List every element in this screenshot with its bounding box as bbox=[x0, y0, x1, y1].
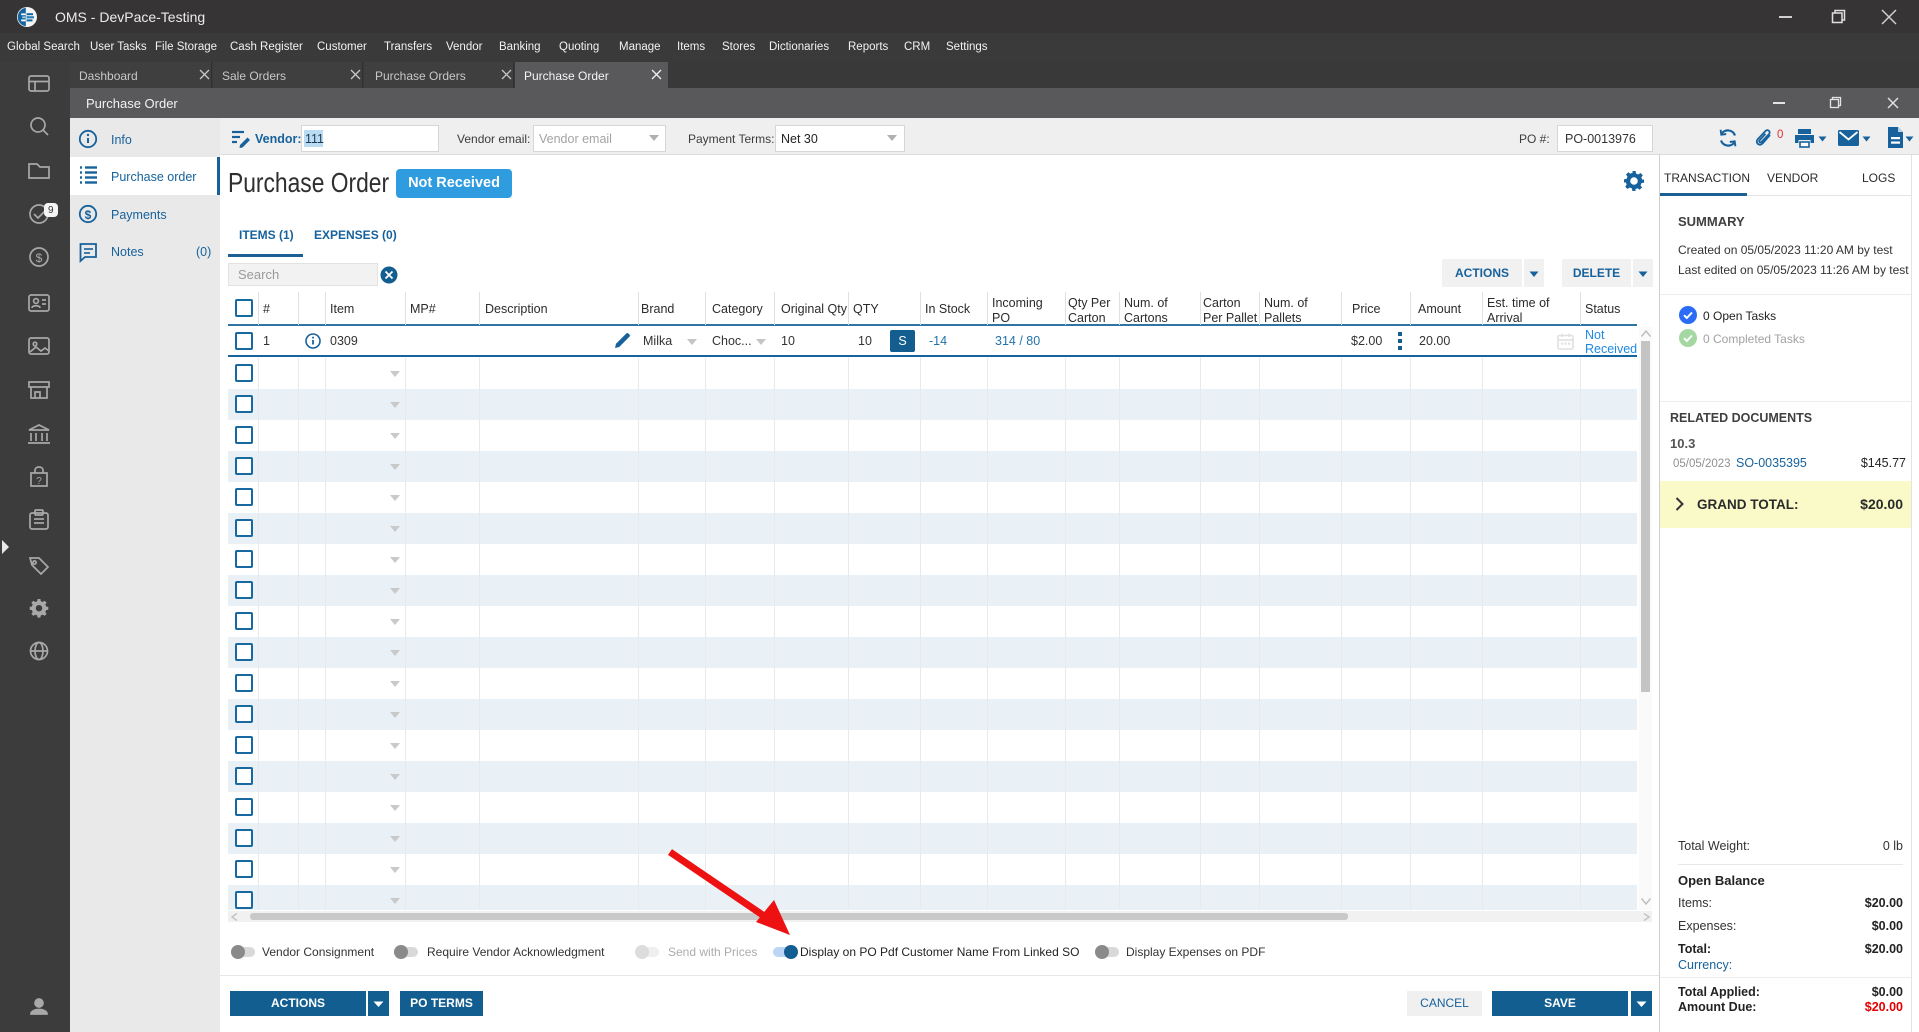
svg-text:?: ? bbox=[36, 476, 42, 487]
svg-text:$: $ bbox=[85, 208, 92, 222]
svg-text:$: $ bbox=[36, 251, 43, 265]
